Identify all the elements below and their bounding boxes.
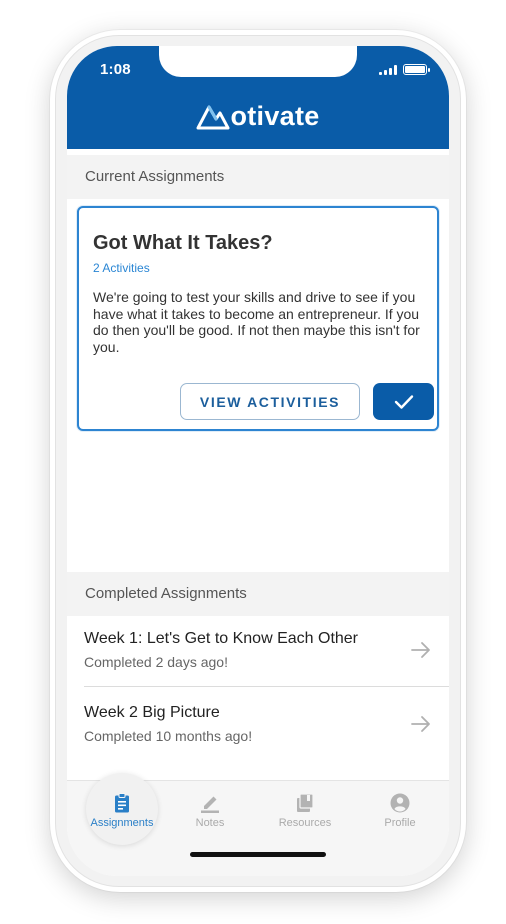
app-header: 1:08 otivate [67, 46, 449, 149]
tab-resources[interactable]: Resources [260, 791, 350, 833]
logo-mountain-icon [196, 105, 230, 130]
library-icon [297, 793, 314, 812]
logo-text: otivate [230, 101, 320, 131]
person-circle-icon [390, 793, 410, 813]
completed-assignment-title: Week 1: Let's Get to Know Each Other [84, 630, 359, 647]
status-time: 1:08 [100, 61, 131, 78]
arrow-right-icon [411, 716, 430, 732]
assignment-title: Got What It Takes? [93, 232, 273, 254]
completed-assignment-date: Completed 2 days ago! [84, 654, 228, 670]
pencil-icon [201, 796, 219, 813]
arrow-right-icon [411, 642, 430, 658]
completed-assignments-header: Completed Assignments [67, 572, 449, 616]
view-activities-button[interactable]: VIEW ACTIVITIES [180, 383, 360, 420]
battery-icon [403, 64, 430, 75]
tab-notes[interactable]: Notes [165, 791, 255, 833]
tab-label: Profile [384, 817, 416, 829]
home-indicator [190, 852, 326, 857]
completed-assignment-row[interactable]: Week 1: Let's Get to Know Each Other Com… [84, 613, 449, 686]
tab-label: Notes [195, 817, 225, 829]
checkmark-icon [394, 394, 413, 409]
status-icons [379, 64, 430, 75]
tab-assignments[interactable]: Assignments [77, 791, 167, 833]
tab-label: Assignments [90, 817, 154, 829]
signal-icon [379, 64, 397, 75]
app-logo: otivate [67, 102, 449, 130]
assignment-description: We're going to test your skills and driv… [93, 289, 420, 355]
complete-assignment-button[interactable] [373, 383, 434, 420]
current-assignments-header: Current Assignments [67, 155, 449, 199]
tab-label: Resources [278, 817, 332, 829]
assignment-card[interactable]: Got What It Takes? 2 Activities We're go… [77, 206, 439, 431]
clipboard-icon [115, 793, 129, 813]
tab-profile[interactable]: Profile [355, 791, 445, 833]
activity-count: 2 Activities [93, 261, 150, 275]
bottom-tab-bar: Assignments Notes Resources Profile [67, 773, 449, 876]
completed-assignment-title: Week 2 Big Picture [84, 704, 220, 721]
app-screen: 1:08 otivate Current Assignments Got Wha… [67, 46, 449, 876]
completed-assignment-row[interactable]: Week 2 Big Picture Completed 10 months a… [84, 687, 449, 760]
device-notch [159, 46, 357, 77]
completed-assignment-date: Completed 10 months ago! [84, 728, 253, 744]
